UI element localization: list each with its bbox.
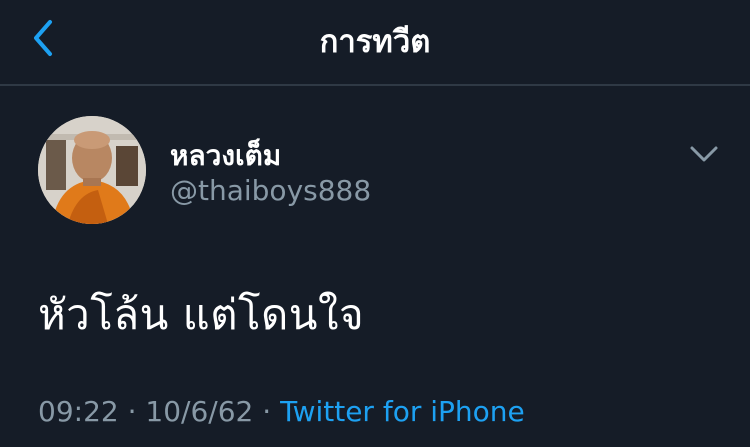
chevron-down-icon (690, 146, 718, 162)
page-title: การทวีต (319, 24, 431, 60)
tweet-date: 10/6/62 (145, 395, 254, 428)
more-options-button[interactable] (688, 140, 720, 168)
tweet-time: 09:22 (38, 395, 119, 428)
tweet-metadata: 09:22 · 10/6/62 · Twitter for iPhone (38, 395, 525, 428)
tweet-text: หัวโล้น แต่โดนใจ (38, 290, 365, 339)
avatar[interactable] (38, 116, 146, 224)
top-navigation-bar: การทวีต (0, 0, 750, 86)
author-display-name[interactable]: หลวงเต็ม (170, 134, 281, 178)
tweet-detail-screen: การทวีต หลวงเต็ม @thaiboys888 หัวโล้น แต… (0, 0, 750, 447)
author-handle[interactable]: @thaiboys888 (170, 174, 371, 207)
avatar-photo (38, 116, 146, 224)
meta-separator: · (262, 395, 272, 428)
tweet-source-link[interactable]: Twitter for iPhone (280, 395, 525, 428)
meta-separator: · (127, 395, 137, 428)
